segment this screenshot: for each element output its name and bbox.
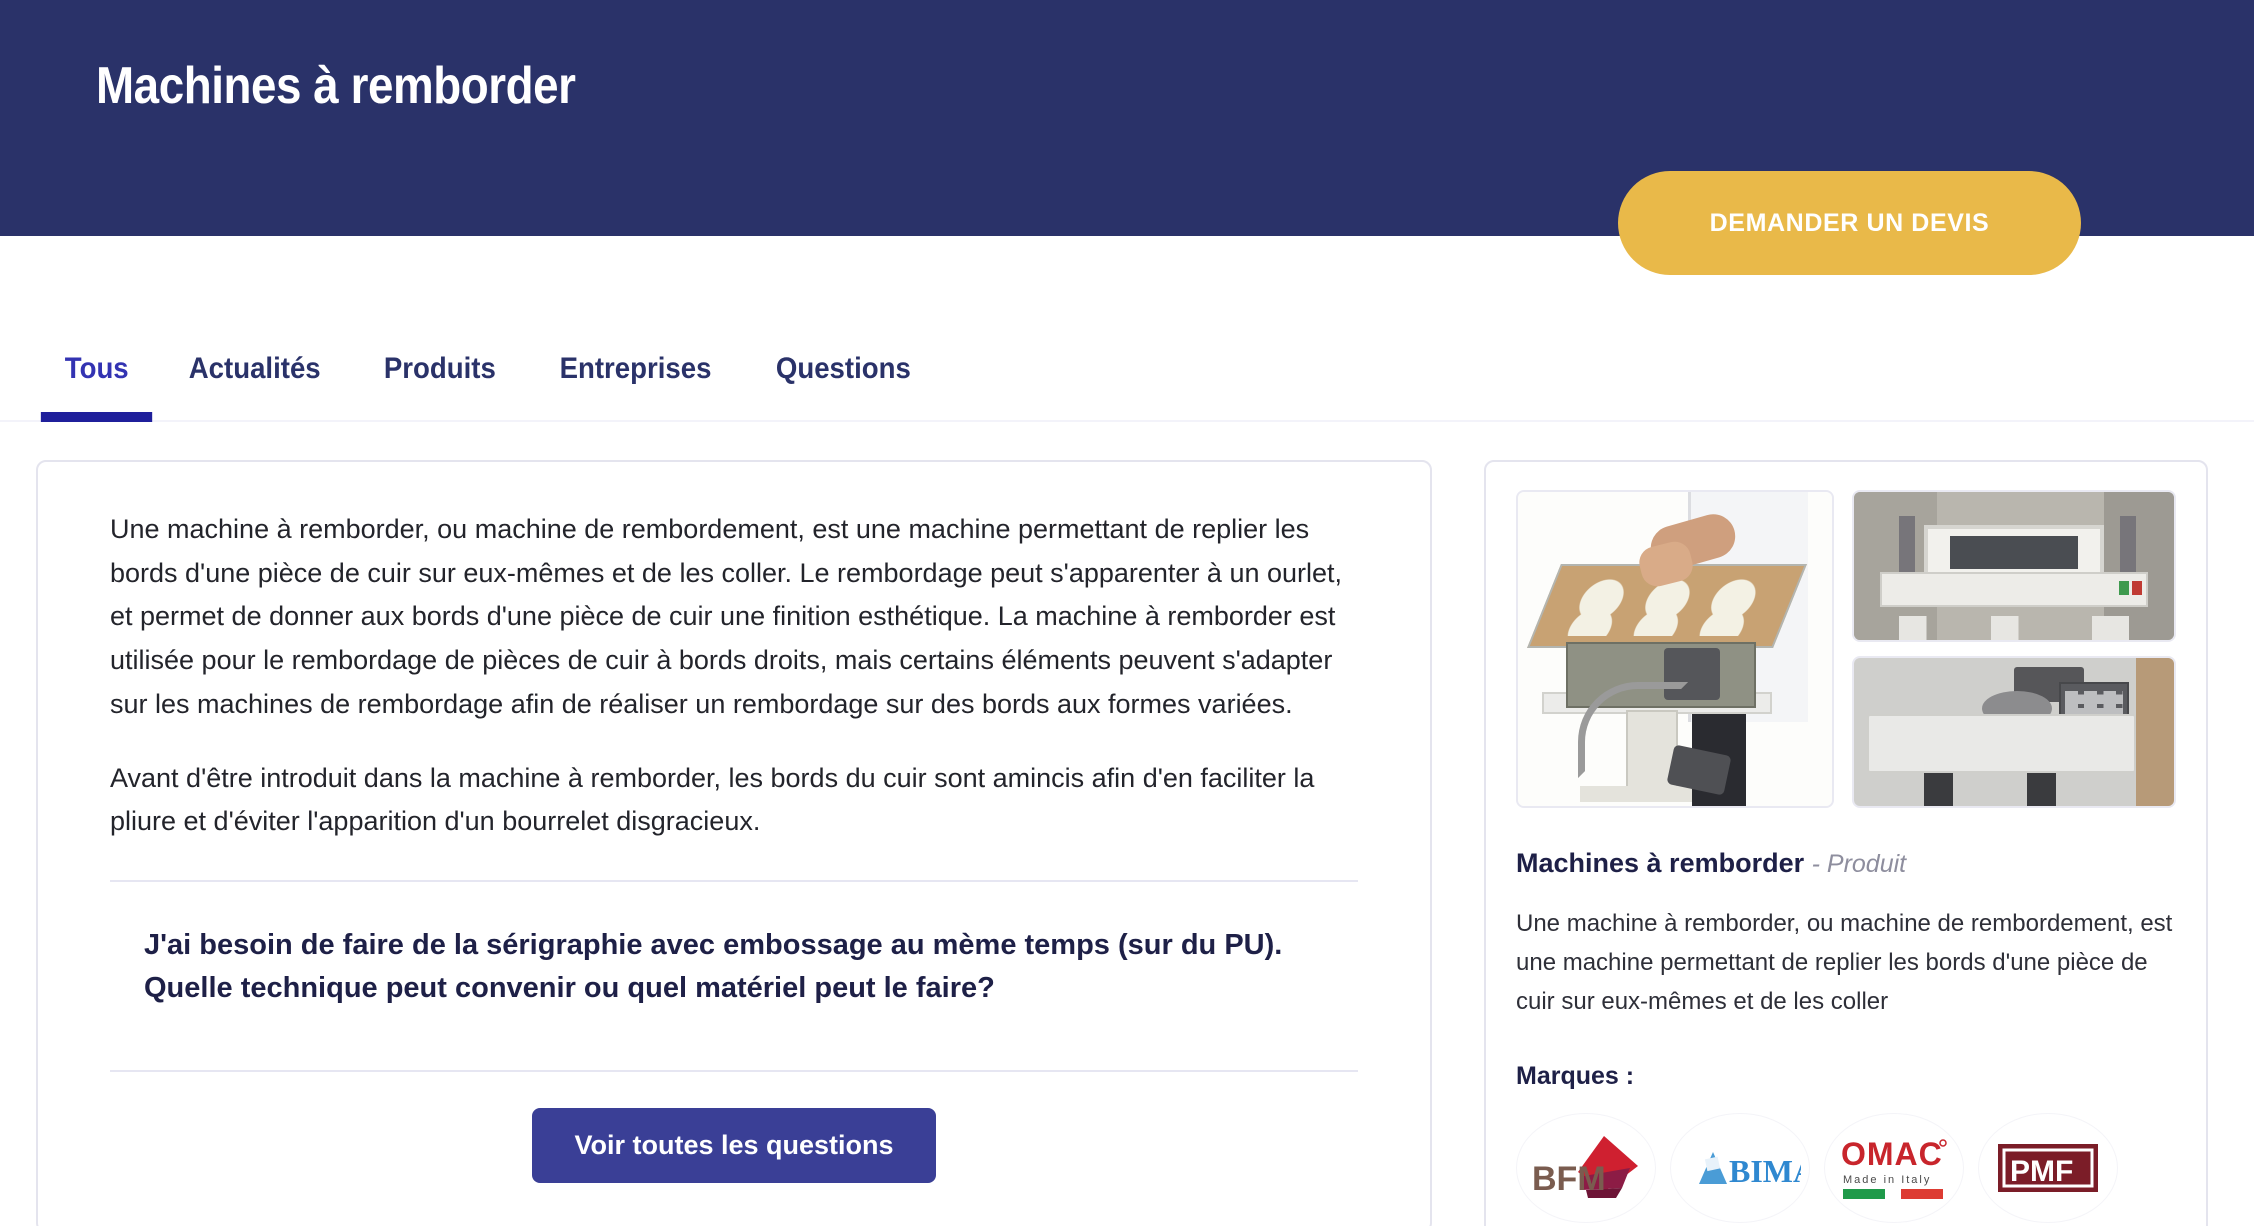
see-all-row: Voir toutes les questions xyxy=(110,1072,1358,1226)
tab-list: Tous Actualités Produits Entreprises Que… xyxy=(36,290,942,422)
tab-actualites[interactable]: Actualités xyxy=(165,352,345,420)
product-photo-main[interactable] xyxy=(1516,490,1834,808)
tab-tous[interactable]: Tous xyxy=(40,352,153,422)
tab-entreprises[interactable]: Entreprises xyxy=(535,352,735,420)
svg-text:OMAC: OMAC xyxy=(1841,1136,1943,1172)
svg-text:Made in Italy: Made in Italy xyxy=(1843,1174,1931,1186)
tab-produits[interactable]: Produits xyxy=(360,352,520,420)
brands-label: Marques : xyxy=(1516,1061,1635,1090)
description-paragraph-1: Une machine à remborder, ou machine de r… xyxy=(110,514,1343,719)
bfm-logo-icon: BFM xyxy=(1532,1135,1638,1198)
product-card: Machines à remborder - Produit Une machi… xyxy=(1484,460,2208,1226)
brand-logo-omac[interactable]: OMAC Made in Italy xyxy=(1824,1112,1964,1223)
bimac-logo-icon: BIMAC xyxy=(1699,1151,1801,1189)
see-all-questions-button[interactable]: Voir toutes les questions xyxy=(532,1107,936,1183)
brand-logo-bimac[interactable]: BIMAC xyxy=(1670,1112,1810,1223)
brand-logo-list: BFM BIMAC OMAC xyxy=(1516,1112,2176,1223)
svg-text:BFM: BFM xyxy=(1532,1160,1606,1198)
product-title-text: Machines à remborder xyxy=(1516,848,1805,878)
page-root: Machines à remborder DEMANDER UN DEVIS T… xyxy=(0,0,2254,1226)
brand-logo-bfm[interactable]: BFM xyxy=(1516,1112,1656,1223)
request-quote-button[interactable]: DEMANDER UN DEVIS xyxy=(1618,171,2081,275)
product-photo-table[interactable] xyxy=(1852,656,2176,808)
svg-text:PMF: PMF xyxy=(2010,1155,2073,1188)
omac-logo-icon: OMAC Made in Italy xyxy=(1841,1136,1947,1199)
pmf-logo-icon: PMF xyxy=(1998,1143,2098,1192)
svg-text:BIMAC: BIMAC xyxy=(1729,1153,1801,1189)
product-photo-column xyxy=(1852,490,2176,808)
product-title[interactable]: Machines à remborder - Produit xyxy=(1516,848,2176,879)
sidebar-column: Machines à remborder - Produit Une machi… xyxy=(1484,460,2208,1226)
tab-questions[interactable]: Questions xyxy=(752,352,935,420)
page-title: Machines à remborder xyxy=(96,57,576,115)
brand-logo-pmf[interactable]: PMF xyxy=(1978,1112,2118,1223)
description-card: Une machine à remborder, ou machine de r… xyxy=(36,460,1432,1226)
content-area: Une machine à remborder, ou machine de r… xyxy=(36,460,2218,1226)
description-paragraph-2: Avant d'être introduit dans la machine à… xyxy=(110,762,1315,837)
product-kind-label: - Produit xyxy=(1811,850,1907,878)
question-item[interactable]: J'ai besoin de faire de la sérigraphie a… xyxy=(110,882,1358,1050)
product-gallery xyxy=(1516,490,2176,808)
product-photo-press[interactable] xyxy=(1852,490,2176,642)
product-description: Une machine à remborder, ou machine de r… xyxy=(1516,910,2173,1015)
main-column: Une machine à remborder, ou machine de r… xyxy=(36,460,1432,1226)
